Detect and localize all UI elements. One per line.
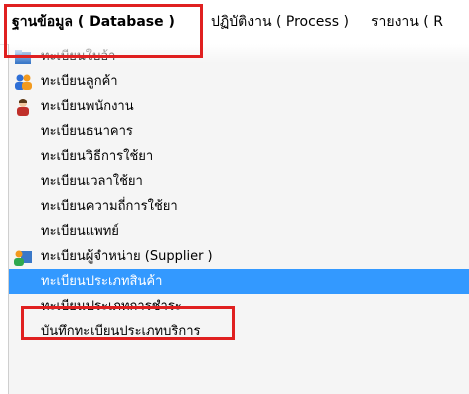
menu-item-drug-usage-method[interactable]: ทะเบียนวิธีการใช้ยา	[9, 144, 469, 169]
menu-item-label: ทะเบียนธนาคาร	[41, 124, 133, 139]
menu-item-product-types[interactable]: ทะเบียนประเภทสินค้า	[9, 269, 469, 294]
menu-report[interactable]: รายงาน ( R	[371, 10, 443, 34]
menu-item-label: ทะเบียนเวลาใช้ยา	[41, 174, 143, 189]
highlight-box-database	[4, 4, 203, 58]
menu-item-label: ทะเบียนลูกค้า	[41, 74, 118, 89]
person-icon	[13, 97, 33, 117]
supplier-icon	[13, 247, 33, 267]
menu-item-label: ทะเบียนผู้จำหน่าย (Supplier )	[41, 249, 213, 264]
menu-process[interactable]: ปฏิบัติงาน ( Process )	[211, 10, 349, 34]
database-dropdown-menu: ทะเบียนใบอ้า ทะเบียนลูกค้า ทะเบียนพนักงา…	[8, 44, 469, 394]
highlight-box-product-types	[21, 306, 235, 340]
menu-item-label: ทะเบียนความถี่การใช้ยา	[41, 199, 178, 214]
menu-item-employees[interactable]: ทะเบียนพนักงาน	[9, 94, 469, 119]
menu-item-label: ทะเบียนประเภทสินค้า	[41, 274, 163, 289]
menu-item-drug-usage-frequency[interactable]: ทะเบียนความถี่การใช้ยา	[9, 194, 469, 219]
menu-item-drug-usage-time[interactable]: ทะเบียนเวลาใช้ยา	[9, 169, 469, 194]
menu-item-label: ทะเบียนวิธีการใช้ยา	[41, 149, 154, 164]
users-icon	[13, 72, 33, 92]
menu-item-suppliers[interactable]: ทะเบียนผู้จำหน่าย (Supplier )	[9, 244, 469, 269]
menu-item-label: ทะเบียนพนักงาน	[41, 99, 134, 114]
menu-item-customers[interactable]: ทะเบียนลูกค้า	[9, 69, 469, 94]
menu-item-doctors[interactable]: ทะเบียนแพทย์	[9, 219, 469, 244]
menu-item-banks[interactable]: ทะเบียนธนาคาร	[9, 119, 469, 144]
menu-item-label: ทะเบียนแพทย์	[41, 224, 119, 239]
